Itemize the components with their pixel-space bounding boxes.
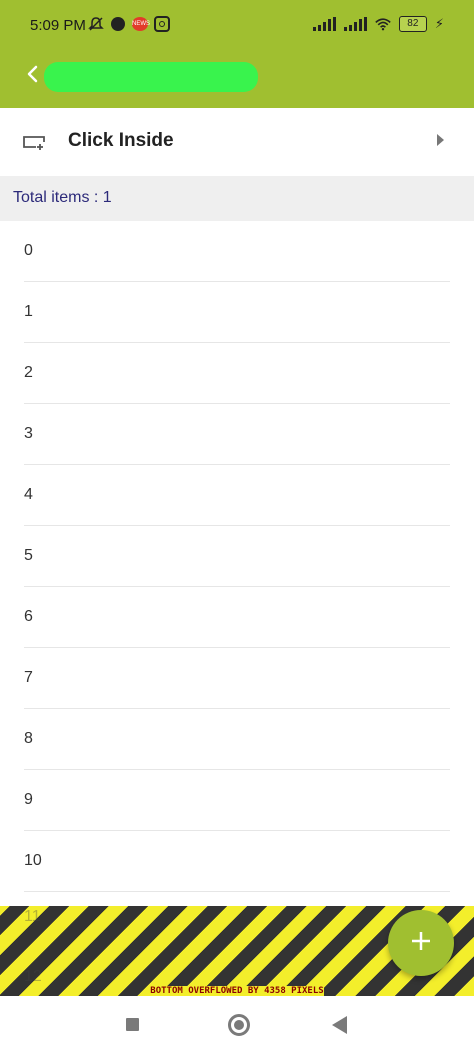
- plus-icon: [410, 930, 432, 957]
- list-item[interactable]: 2: [24, 343, 450, 404]
- signal-icon: [312, 17, 336, 31]
- signal-icon: [343, 17, 367, 31]
- caret-right-icon: [437, 134, 444, 146]
- click-inside-label: Click Inside: [68, 130, 174, 151]
- battery-icon: 82: [398, 16, 427, 32]
- system-icons: 82 ⚡: [312, 16, 444, 32]
- list-item-label: 9: [24, 791, 33, 808]
- list-item-label: 6: [24, 608, 33, 625]
- instagram-icon: [154, 16, 170, 32]
- nav-back-button[interactable]: [332, 1016, 347, 1034]
- app-icon: [110, 16, 126, 32]
- charging-icon: ⚡: [434, 16, 444, 31]
- list-item-label: 11: [24, 908, 41, 925]
- list-item[interactable]: 0: [24, 221, 450, 282]
- system-nav-bar: [0, 998, 474, 1053]
- list-item[interactable]: 5: [24, 526, 450, 587]
- total-items-text: Total items : 1: [13, 189, 112, 206]
- list-item[interactable]: 4: [24, 465, 450, 526]
- click-inside-row[interactable]: Click Inside: [0, 110, 474, 174]
- items-list: 0 1 2 3 4 5 6 7 8 9 10: [0, 221, 474, 892]
- list-item-label: 12: [24, 968, 42, 985]
- redacted-title: [44, 62, 258, 92]
- recents-button[interactable]: [126, 1018, 139, 1031]
- list-item[interactable]: 9: [24, 770, 450, 831]
- list-item-label: 4: [24, 486, 33, 503]
- mute-icon: [88, 16, 104, 32]
- list-item-label: 7: [24, 669, 33, 686]
- list-item[interactable]: 6: [24, 587, 450, 648]
- notification-icons: NEWS: [88, 16, 170, 32]
- news-icon: NEWS: [132, 16, 150, 32]
- list-item[interactable]: 10: [24, 831, 450, 892]
- back-arrow-icon[interactable]: [22, 62, 46, 86]
- overflow-message-text: BOTTOM OVERFLOWED BY 4358 PIXELS: [150, 986, 324, 996]
- list-item[interactable]: 1: [24, 282, 450, 343]
- list-item-label: 0: [24, 242, 33, 259]
- app-bar: 5:09 PM NEWS 82 ⚡: [0, 0, 474, 108]
- home-button[interactable]: [228, 1014, 250, 1036]
- list-item-label: 2: [24, 364, 33, 381]
- status-time: 5:09 PM: [30, 17, 86, 34]
- list-item-label: 10: [24, 852, 42, 869]
- list-item[interactable]: 7: [24, 648, 450, 709]
- list-item-label: 1: [24, 303, 33, 320]
- list-item[interactable]: 8: [24, 709, 450, 770]
- overflow-message: BOTTOM OVERFLOWED BY 4358 PIXELS: [0, 986, 474, 996]
- input-add-icon: [22, 134, 46, 150]
- list-item-label: 5: [24, 547, 33, 564]
- wifi-icon: [375, 16, 391, 32]
- list-item-label: 3: [24, 425, 33, 442]
- list-item[interactable]: 3: [24, 404, 450, 465]
- total-items-bar: Total items : 1: [0, 176, 474, 221]
- add-item-button[interactable]: [388, 910, 454, 976]
- status-bar: 5:09 PM NEWS 82 ⚡: [0, 0, 474, 52]
- list-item-label: 8: [24, 730, 33, 747]
